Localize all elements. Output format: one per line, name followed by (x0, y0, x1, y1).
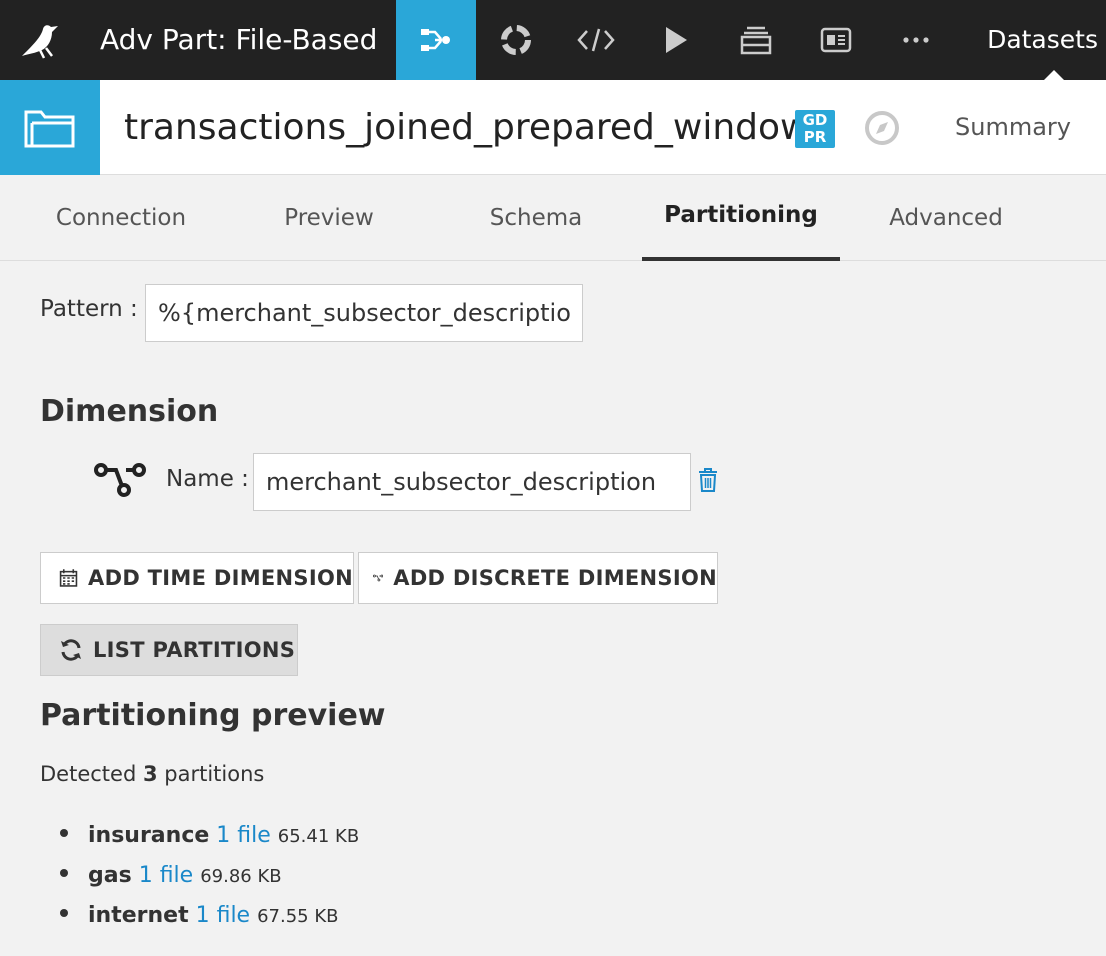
list-item: gas 1 file 69.86 KB (60, 858, 359, 898)
refresh-icon (61, 639, 81, 661)
pattern-input[interactable] (145, 284, 583, 342)
detected-prefix: Detected (40, 762, 137, 786)
partition-size: 65.41 KB (277, 826, 360, 847)
discrete-dimension-icon (373, 574, 384, 582)
partitioning-preview-heading: Partitioning preview (40, 698, 386, 733)
detected-count: 3 (142, 762, 158, 786)
partition-files-link[interactable]: 1 file (196, 903, 251, 928)
dataset-name: transactions_joined_prepared_windows (124, 107, 829, 148)
dashboard-icon[interactable] (796, 0, 876, 80)
tab-connection[interactable]: Connection (40, 175, 202, 261)
add-time-dimension-button[interactable]: ADD TIME DIMENSION (40, 552, 354, 604)
tab-preview[interactable]: Preview (262, 175, 396, 261)
calendar-icon (59, 569, 78, 587)
list-partitions-label: LIST PARTITIONS (93, 638, 296, 662)
bullet-icon (60, 909, 68, 917)
detected-partitions-text: Detected 3 partitions (40, 762, 264, 786)
lifecycle-icon[interactable] (476, 0, 556, 80)
tab-partitioning[interactable]: Partitioning (642, 175, 840, 261)
dimension-name-input[interactable] (253, 453, 691, 511)
dataset-tabs: Connection Preview Schema Partitioning A… (0, 175, 1106, 261)
bullet-icon (60, 829, 68, 837)
partition-name: internet (88, 903, 189, 928)
bullet-icon (60, 869, 68, 877)
code-icon[interactable] (556, 0, 636, 80)
gdpr-badge[interactable]: GD PR (795, 110, 835, 148)
partition-files-link[interactable]: 1 file (216, 823, 271, 848)
run-icon[interactable] (636, 0, 716, 80)
top-nav: Adv Part: File-Based Datasets (0, 0, 1106, 80)
partition-name: gas (88, 863, 132, 888)
dimension-name-label: Name : (166, 466, 249, 492)
flow-icon[interactable] (396, 0, 476, 80)
list-item: internet 1 file 67.55 KB (60, 898, 359, 938)
gdpr-badge-line1: GD (802, 111, 828, 129)
datasets-stack-icon[interactable] (716, 0, 796, 80)
bird-logo-icon[interactable] (0, 0, 80, 80)
partition-size: 69.86 KB (200, 866, 282, 887)
gdpr-badge-line2: PR (803, 128, 827, 146)
more-icon[interactable] (876, 0, 956, 80)
add-discrete-dimension-label: ADD DISCRETE DIMENSION (393, 566, 717, 590)
partition-list: insurance 1 file 65.41 KB gas 1 file 69.… (60, 818, 359, 938)
dimension-heading: Dimension (40, 394, 219, 429)
project-title[interactable]: Adv Part: File-Based (100, 0, 377, 80)
partition-files-link[interactable]: 1 file (139, 863, 194, 888)
add-discrete-dimension-button[interactable]: ADD DISCRETE DIMENSION (358, 552, 718, 604)
pattern-label: Pattern : (40, 296, 138, 322)
partition-name: insurance (88, 823, 210, 848)
folder-icon (0, 80, 100, 175)
list-item: insurance 1 file 65.41 KB (60, 818, 359, 858)
summary-link[interactable]: Summary (955, 80, 1071, 175)
detected-suffix: partitions (164, 762, 265, 786)
tab-advanced[interactable]: Advanced (872, 175, 1020, 261)
compass-icon[interactable] (864, 110, 900, 146)
add-time-dimension-label: ADD TIME DIMENSION (88, 566, 353, 590)
tab-schema[interactable]: Schema (470, 175, 602, 261)
dataset-header: transactions_joined_prepared_windows (0, 80, 1106, 175)
list-partitions-button[interactable]: LIST PARTITIONS (40, 624, 298, 676)
delete-dimension-icon[interactable] (697, 467, 719, 497)
partition-size: 67.55 KB (257, 906, 339, 927)
nav-datasets[interactable]: Datasets (986, 0, 1106, 80)
discrete-dimension-icon (94, 462, 146, 502)
nav-caret-indicator (1044, 70, 1064, 80)
